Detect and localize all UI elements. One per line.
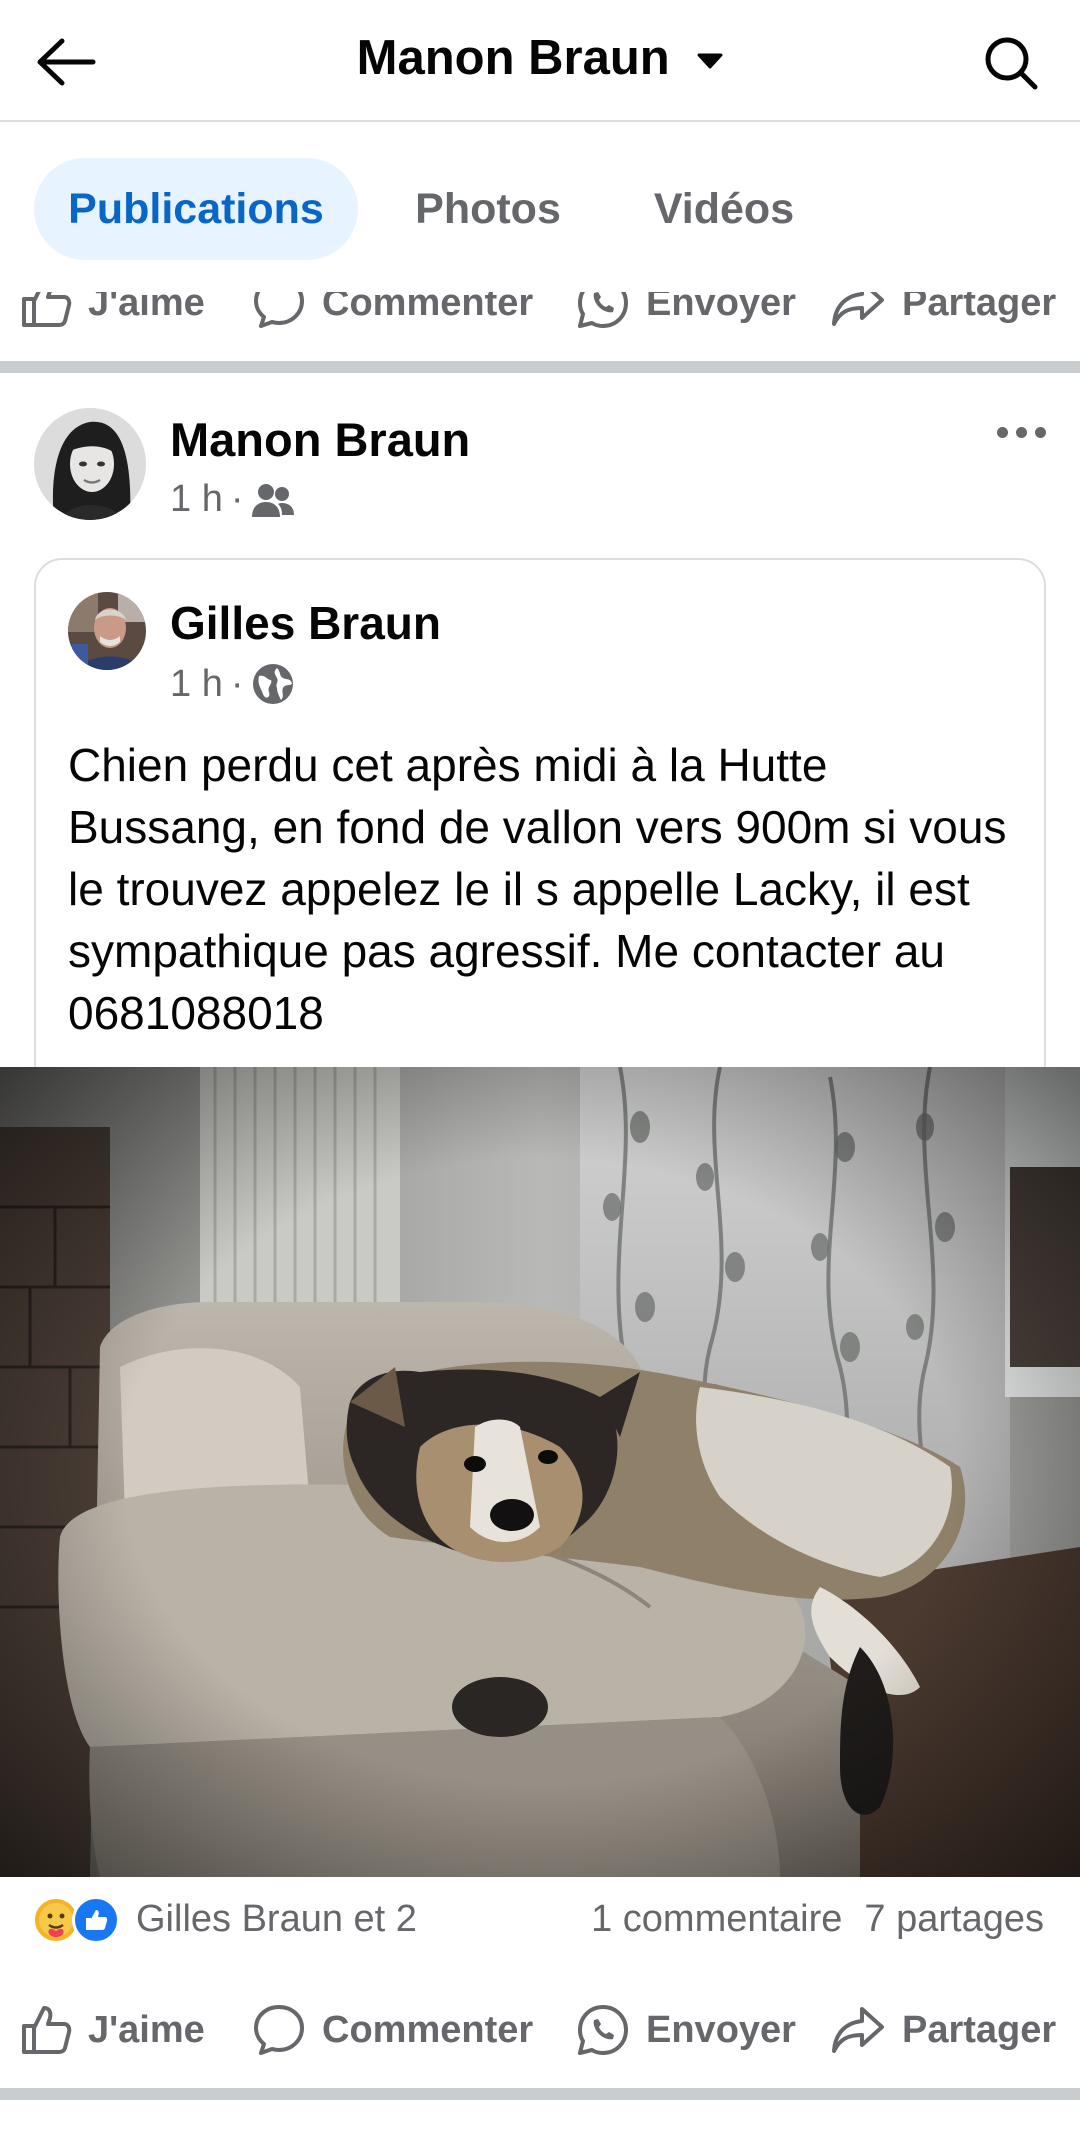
post-options-button[interactable] xyxy=(986,412,1056,452)
comments-count[interactable]: 1 commentaire xyxy=(591,1898,842,1941)
comment-button[interactable]: Commenter xyxy=(252,1985,533,2075)
post-stats: 1 commentaire 7 partages xyxy=(591,1898,1044,1941)
post-author-name[interactable]: Manon Braun xyxy=(170,412,470,467)
thumbs-up-icon xyxy=(22,292,72,327)
like-reaction-icon xyxy=(72,1896,120,1944)
page-title: Manon Braun xyxy=(356,31,670,85)
profile-name-dropdown[interactable]: Manon Braun xyxy=(0,30,1080,86)
like-button[interactable]: J'aime xyxy=(20,1985,205,2075)
tab-publications[interactable]: Publications xyxy=(34,158,358,260)
share-label: Partager xyxy=(902,2008,1057,2051)
top-bar: Manon Braun xyxy=(0,0,1080,122)
shared-author-avatar[interactable] xyxy=(68,592,146,670)
whatsapp-icon xyxy=(578,292,628,328)
post-photo[interactable] xyxy=(0,1067,1080,1877)
tab-videos[interactable]: Vidéos xyxy=(626,158,822,260)
prev-like-button[interactable]: J'aime xyxy=(20,292,205,348)
reaction-icons xyxy=(32,1896,120,1944)
reactions-summary[interactable]: Gilles Braun et 2 1 commentaire 7 partag… xyxy=(0,1880,1080,1960)
comment-label: Commenter xyxy=(322,292,534,324)
feed-separator xyxy=(0,361,1080,373)
author-avatar[interactable] xyxy=(34,408,146,520)
comment-icon xyxy=(254,2005,304,2055)
reaction-names[interactable]: Gilles Braun et 2 xyxy=(136,1898,417,1941)
prev-comment-button[interactable]: Commenter xyxy=(252,292,533,348)
send-label: Envoyer xyxy=(646,292,796,324)
shared-author-name[interactable]: Gilles Braun xyxy=(170,596,441,650)
previous-post-action-bar: J'aime Commenter Envoyer Partager xyxy=(0,292,1080,360)
send-label: Envoyer xyxy=(646,2008,796,2051)
globe-icon xyxy=(253,664,294,704)
like-label: J'aime xyxy=(88,2008,205,2051)
shared-post-meta: 1 h · xyxy=(170,662,295,706)
like-label: J'aime xyxy=(88,292,205,324)
avatar-photo xyxy=(34,408,146,520)
whatsapp-icon xyxy=(578,2005,628,2055)
search-icon xyxy=(985,37,1038,90)
send-button[interactable]: Envoyer xyxy=(576,1985,796,2075)
shared-post-time: 1 h xyxy=(170,662,223,705)
more-dot-icon xyxy=(996,426,1008,438)
tab-photos[interactable]: Photos xyxy=(392,158,584,260)
share-button[interactable]: Partager xyxy=(830,1985,1056,2075)
share-label: Partager xyxy=(902,292,1057,324)
thumbs-up-icon xyxy=(22,2006,72,2054)
share-icon xyxy=(832,2007,884,2053)
dog-on-armchair-photo xyxy=(0,1067,1080,1877)
avatar-photo xyxy=(68,592,146,670)
shared-post-text: Chien perdu cet après midi à la Hutte Bu… xyxy=(68,739,1007,1039)
share-icon xyxy=(832,292,884,326)
prev-share-button[interactable]: Partager xyxy=(830,292,1056,348)
friends-icon xyxy=(252,483,295,517)
comment-label: Commenter xyxy=(322,2008,534,2051)
profile-tabs: Publications Photos Vidéos xyxy=(0,124,1080,292)
search-button[interactable] xyxy=(976,28,1046,98)
shares-count[interactable]: 7 partages xyxy=(864,1898,1044,1941)
comment-icon xyxy=(254,292,304,328)
feed-separator xyxy=(0,2088,1080,2100)
post-action-bar: J'aime Commenter Envoyer Partager xyxy=(0,1985,1080,2075)
post-meta: 1 h · xyxy=(170,478,295,521)
caret-down-icon xyxy=(697,53,723,69)
prev-send-button[interactable]: Envoyer xyxy=(576,292,796,348)
post-time: 1 h xyxy=(170,478,223,520)
